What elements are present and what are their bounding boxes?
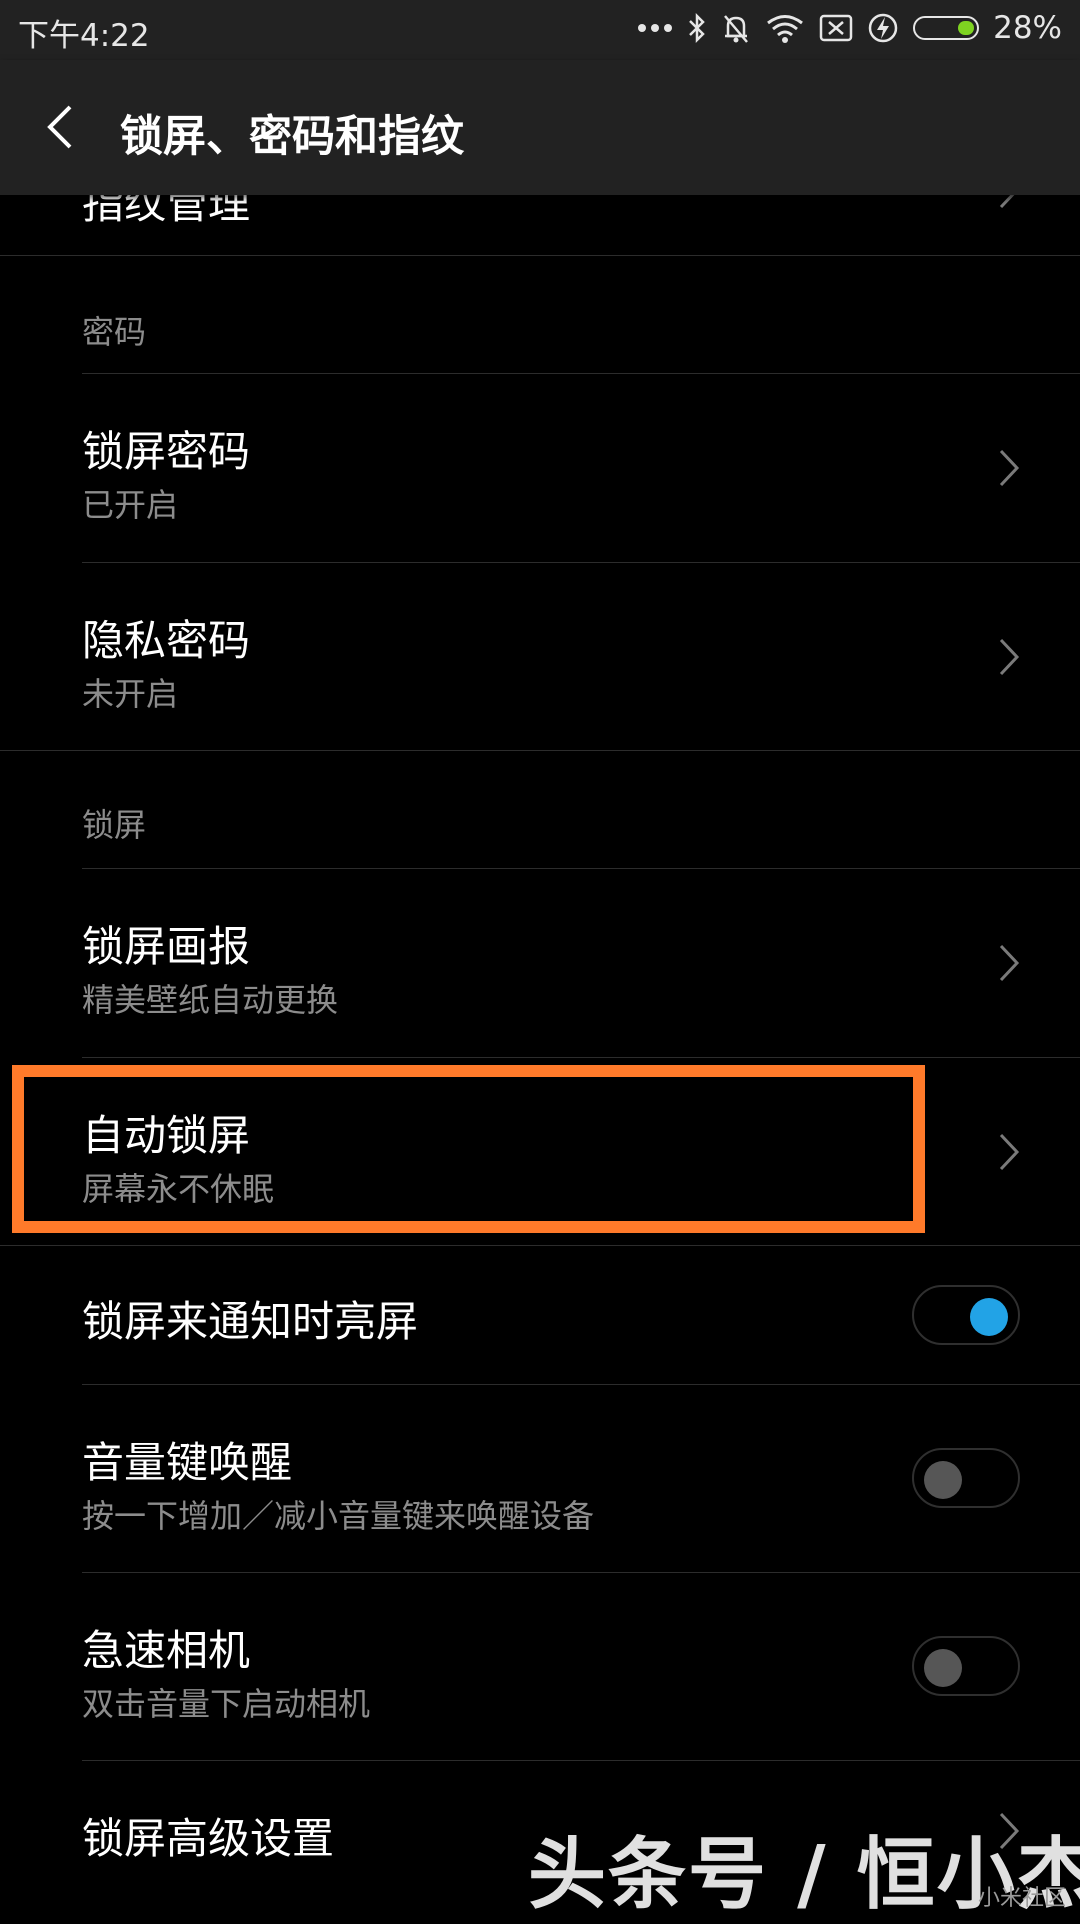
quick-camera-toggle[interactable] xyxy=(912,1636,1020,1696)
item-subtitle: 精美壁纸自动更换 xyxy=(82,981,339,1019)
watermark-corner: 小米社区 xyxy=(977,1886,1066,1911)
bluetooth-icon xyxy=(689,12,705,44)
battery-percent: 28% xyxy=(993,10,1062,46)
status-icons: 28% xyxy=(637,10,1062,46)
battery-icon xyxy=(913,16,980,40)
item-subtitle: 屏幕永不休眠 xyxy=(82,1170,275,1208)
chevron-right-icon xyxy=(999,449,1020,487)
item-title: 自动锁屏 xyxy=(82,1111,251,1160)
settings-list: 指纹管理 密码 锁屏密码 已开启 隐私密码 未开启 锁屏 锁屏画报 精美壁纸自动… xyxy=(0,0,1080,1920)
lock-screen-magazine-item[interactable]: 锁屏画报 精美壁纸自动更换 xyxy=(0,869,1080,1057)
volume-key-wake-item[interactable]: 音量键唤醒 按一下增加／减小音量键来唤醒设备 xyxy=(0,1385,1080,1572)
quick-camera-item[interactable]: 急速相机 双击音量下启动相机 xyxy=(0,1573,1080,1760)
privacy-password-item[interactable]: 隐私密码 未开启 xyxy=(0,563,1080,750)
app-bar: 锁屏、密码和指纹 xyxy=(0,60,1080,195)
item-subtitle: 未开启 xyxy=(82,675,179,713)
battery-fill xyxy=(958,21,975,35)
item-subtitle: 双击音量下启动相机 xyxy=(82,1685,371,1723)
toggle-knob xyxy=(924,1649,962,1687)
page-title: 锁屏、密码和指纹 xyxy=(120,112,464,162)
chevron-right-icon xyxy=(999,944,1020,982)
volume-key-wake-toggle[interactable] xyxy=(912,1448,1020,1508)
charging-icon xyxy=(868,13,898,43)
silent-bell-icon xyxy=(724,15,749,43)
lock-screen-password-item[interactable]: 锁屏密码 已开启 xyxy=(0,374,1080,562)
toggle-knob xyxy=(924,1461,962,1499)
wake-on-notification-item[interactable]: 锁屏来通知时亮屏 xyxy=(0,1246,1080,1384)
divider xyxy=(0,750,1080,751)
item-title: 锁屏高级设置 xyxy=(82,1814,335,1863)
more-dots-icon xyxy=(638,24,673,32)
item-subtitle: 已开启 xyxy=(82,486,179,524)
item-title: 锁屏画报 xyxy=(82,922,251,971)
chevron-right-icon xyxy=(999,1133,1020,1171)
toggle-knob xyxy=(970,1298,1008,1336)
item-title: 锁屏密码 xyxy=(82,427,251,476)
item-title: 音量键唤醒 xyxy=(82,1438,293,1487)
no-sim-icon xyxy=(819,14,853,42)
wifi-icon xyxy=(767,15,804,43)
auto-lock-item[interactable]: 自动锁屏 屏幕永不休眠 xyxy=(0,1058,1080,1245)
item-title: 隐私密码 xyxy=(82,616,251,665)
section-header-password: 密码 xyxy=(82,313,147,351)
wake-on-notification-toggle[interactable] xyxy=(912,1285,1020,1345)
item-subtitle: 按一下增加／减小音量键来唤醒设备 xyxy=(82,1497,595,1535)
item-title: 急速相机 xyxy=(82,1626,251,1675)
back-arrow-icon[interactable] xyxy=(40,102,80,152)
item-title: 锁屏来通知时亮屏 xyxy=(82,1297,419,1346)
status-time: 下午4:22 xyxy=(18,18,150,54)
divider xyxy=(0,255,1080,256)
status-bar: 下午4:22 28% xyxy=(0,0,1080,60)
section-header-lockscreen: 锁屏 xyxy=(82,806,147,844)
chevron-right-icon xyxy=(999,638,1020,676)
